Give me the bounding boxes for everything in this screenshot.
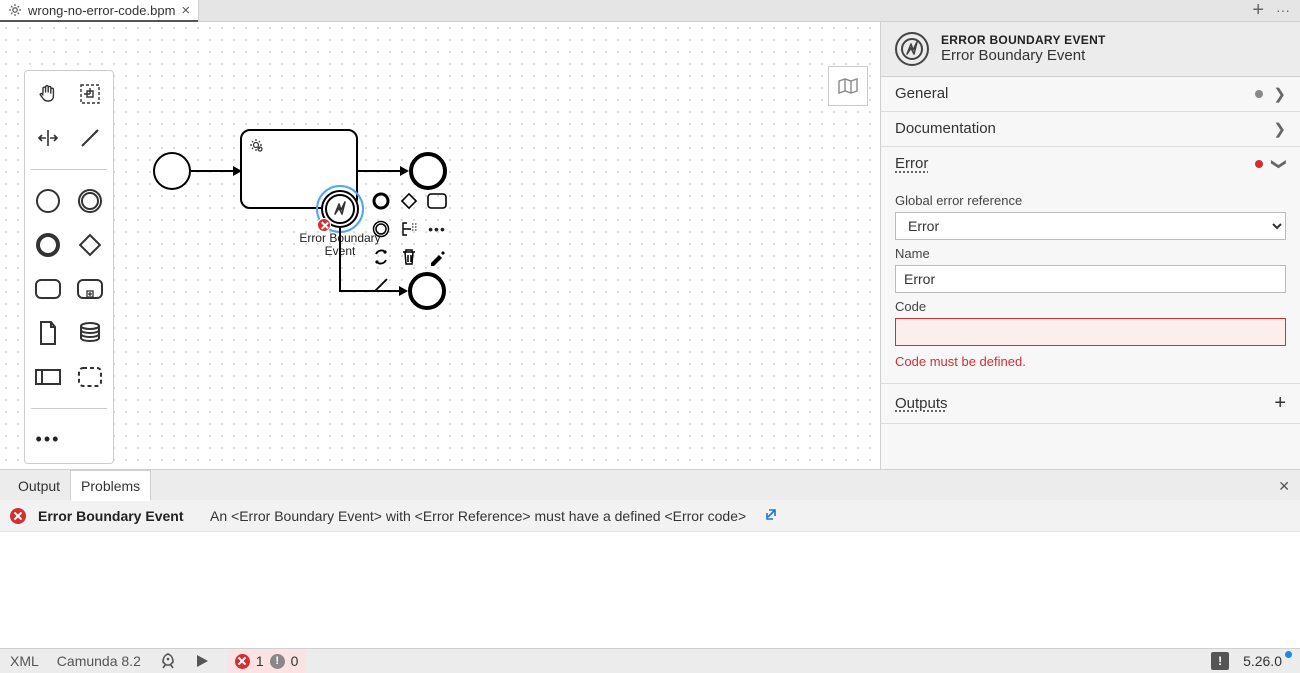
gear-icon xyxy=(8,3,22,17)
intermediate-event-tool[interactable] xyxy=(73,186,107,216)
sequence-flow[interactable] xyxy=(358,170,402,172)
element-name: Error Boundary Event xyxy=(941,47,1106,64)
context-pad: ••• xyxy=(370,190,448,296)
view-xml-button[interactable]: XML xyxy=(10,653,39,669)
chevron-right-icon: ❯ xyxy=(1273,85,1286,103)
section-title: General xyxy=(895,85,948,102)
append-intermediate-event[interactable] xyxy=(370,218,392,240)
tool-palette: ••• xyxy=(24,70,114,464)
arrow-head-icon xyxy=(400,166,409,176)
field-label: Name xyxy=(895,246,1286,261)
global-error-reference-select[interactable]: Error xyxy=(895,212,1286,240)
field-label: Global error reference xyxy=(895,193,1286,208)
bottom-tab-strip: Output Problems ✕ xyxy=(0,469,1300,500)
feedback-button[interactable]: ! xyxy=(1211,652,1229,670)
version-label[interactable]: 5.26.0 xyxy=(1243,653,1290,669)
file-tab-title: wrong-no-error-code.bpm xyxy=(28,3,175,18)
end-event-node[interactable] xyxy=(409,152,447,190)
warning-count: 0 xyxy=(291,653,299,669)
data-store-tool[interactable] xyxy=(73,318,107,348)
problem-message: An <Error Boundary Event> with <Error Re… xyxy=(210,508,746,524)
map-icon xyxy=(837,77,859,95)
problems-counter[interactable]: 1 ! 0 xyxy=(227,649,307,673)
properties-header: ERROR BOUNDARY EVENT Error Boundary Even… xyxy=(881,22,1300,77)
rocket-icon xyxy=(159,652,177,670)
append-task[interactable] xyxy=(426,190,448,212)
properties-panel: ERROR BOUNDARY EVENT Error Boundary Even… xyxy=(880,22,1300,469)
sequence-flow[interactable] xyxy=(339,228,341,292)
color-picker[interactable] xyxy=(426,246,448,268)
validation-message: Code must be defined. xyxy=(895,354,1286,369)
connect-tool[interactable] xyxy=(73,123,107,153)
diagram-canvas[interactable]: ••• xyxy=(0,22,880,469)
tab-bar: wrong-no-error-code.bpm × + ··· xyxy=(0,0,1300,22)
error-badge-icon xyxy=(235,654,250,669)
start-event-tool[interactable] xyxy=(31,186,65,216)
problem-element: Error Boundary Event xyxy=(38,508,198,524)
external-link-icon[interactable] xyxy=(764,507,778,524)
section-title: Documentation xyxy=(895,120,996,137)
data-object-tool[interactable] xyxy=(31,318,65,348)
add-output-button[interactable]: + xyxy=(1274,392,1286,415)
problems-panel: Error Boundary Event An <Error Boundary … xyxy=(0,500,1300,648)
element-type-label: ERROR BOUNDARY EVENT xyxy=(941,33,1106,47)
chevron-right-icon: ❯ xyxy=(1273,120,1286,138)
section-general[interactable]: General ❯ xyxy=(881,77,1300,111)
section-outputs[interactable]: Outputs + xyxy=(881,384,1300,423)
start-instance-button[interactable] xyxy=(195,653,209,669)
hand-tool[interactable] xyxy=(31,79,65,109)
problem-row[interactable]: Error Boundary Event An <Error Boundary … xyxy=(0,500,1300,532)
connect[interactable] xyxy=(370,274,392,296)
tab-output[interactable]: Output xyxy=(8,471,70,500)
subprocess-tool[interactable] xyxy=(73,274,107,304)
error-badge-icon xyxy=(10,508,26,524)
gear-icon xyxy=(248,137,266,155)
append-gateway[interactable] xyxy=(398,190,420,212)
error-badge-icon xyxy=(317,218,331,232)
status-dot-icon xyxy=(1255,90,1263,98)
error-name-input[interactable] xyxy=(895,265,1286,293)
delete[interactable] xyxy=(398,246,420,268)
error-code-input[interactable] xyxy=(895,318,1286,346)
error-count: 1 xyxy=(256,653,264,669)
append-end-event[interactable] xyxy=(370,190,392,212)
status-bar: XML Camunda 8.2 1 ! 0 ! 5.26.0 xyxy=(0,648,1300,673)
minimap-toggle[interactable] xyxy=(828,66,868,106)
error-boundary-event-icon xyxy=(895,32,929,66)
lasso-tool[interactable] xyxy=(73,79,107,109)
start-event-node[interactable] xyxy=(153,152,191,190)
section-documentation[interactable]: Documentation ❯ xyxy=(881,112,1300,146)
task-tool[interactable] xyxy=(31,274,65,304)
warning-badge-icon: ! xyxy=(270,654,285,669)
append-text-annotation[interactable] xyxy=(398,218,420,240)
more-tools[interactable]: ••• xyxy=(31,425,65,455)
field-label: Code xyxy=(895,299,1286,314)
close-icon[interactable]: × xyxy=(181,2,190,19)
section-error[interactable]: Error ❯ xyxy=(881,147,1300,181)
change-type[interactable] xyxy=(370,246,392,268)
group-tool[interactable] xyxy=(73,362,107,392)
gateway-tool[interactable] xyxy=(73,230,107,260)
section-title: Outputs xyxy=(895,395,948,412)
tab-problems[interactable]: Problems xyxy=(70,470,151,501)
play-icon xyxy=(195,653,209,669)
space-tool[interactable] xyxy=(31,123,65,153)
end-event-tool[interactable] xyxy=(31,230,65,260)
error-dot-icon xyxy=(1255,160,1263,168)
pool-tool[interactable] xyxy=(31,362,65,392)
more-icon[interactable]: ··· xyxy=(1276,2,1290,18)
chevron-down-icon: ❯ xyxy=(1271,158,1289,171)
deploy-button[interactable] xyxy=(159,652,177,670)
file-tab[interactable]: wrong-no-error-code.bpm × xyxy=(0,0,199,21)
context-more[interactable]: ••• xyxy=(426,218,448,240)
platform-label[interactable]: Camunda 8.2 xyxy=(57,653,141,669)
section-title: Error xyxy=(895,155,928,172)
sequence-flow[interactable] xyxy=(191,170,235,172)
close-panel-icon[interactable]: ✕ xyxy=(1278,478,1290,495)
new-tab-button[interactable]: + xyxy=(1252,3,1264,17)
